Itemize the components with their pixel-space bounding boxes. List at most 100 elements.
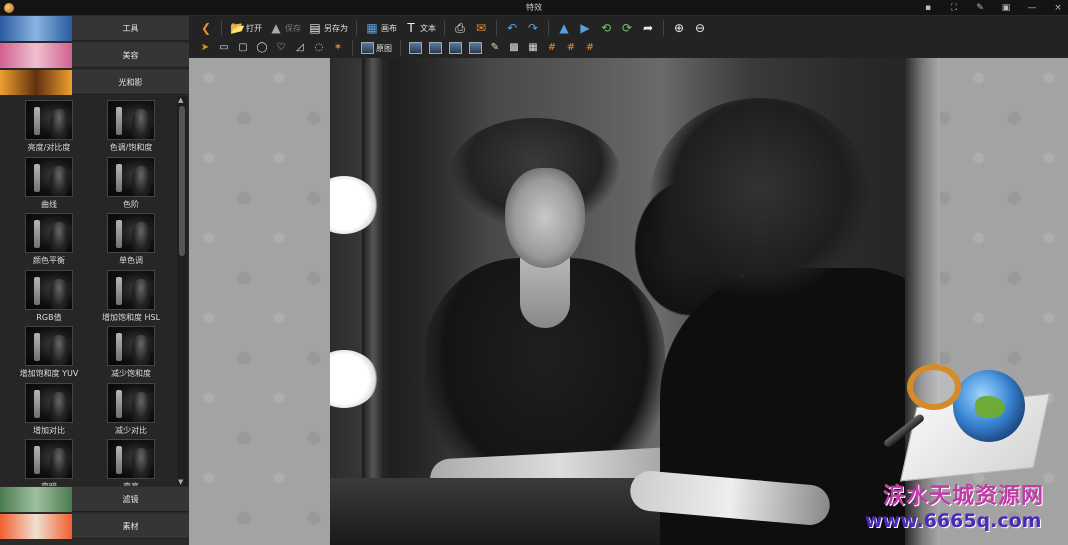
lasso-select-icon: ◿ <box>296 42 304 53</box>
flip-horizontal-button[interactable]: ▶ <box>576 19 594 37</box>
pointer-icon: ➤ <box>200 42 210 53</box>
canvas-button[interactable]: ▦ 画布 <box>363 19 399 37</box>
category-label: 光和影 <box>118 77 143 87</box>
save-button[interactable]: ▲ 保存 <box>267 19 303 37</box>
heart-select-button[interactable]: ♡ <box>273 39 289 57</box>
category-categories_top-0[interactable]: 工具 <box>0 15 189 41</box>
flip-horizontal-icon: ▶ <box>580 21 590 35</box>
text-button[interactable]: T 文本 <box>402 19 438 37</box>
rect-select-icon: ▭ <box>219 42 229 53</box>
category-categories_bottom-1[interactable]: 素材 <box>0 513 189 539</box>
effect-preview-thumbnail <box>25 439 73 479</box>
effect-item[interactable]: 单色调 <box>90 213 172 270</box>
save-as-icon: ▤ <box>309 21 321 35</box>
toolbar-separator <box>663 20 664 36</box>
effect-label: 减少对比 <box>115 425 147 435</box>
hash-grid-button[interactable]: # <box>563 39 579 57</box>
print-button[interactable]: ⎙ <box>451 19 469 37</box>
hash-grid-button[interactable]: # <box>582 39 598 57</box>
share-icon: ➦ <box>642 21 654 35</box>
edited-photo[interactable] <box>330 58 940 545</box>
category-label: 滤镜 <box>122 494 139 504</box>
layer-button[interactable] <box>427 39 444 57</box>
layer-button[interactable] <box>447 39 464 57</box>
magic-wand-icon: ✶ <box>333 42 343 53</box>
effect-item[interactable]: 色调/饱和度 <box>90 100 172 157</box>
toolbar-row-file: ❮ 📂 打开 ▲ 保存 ▤ 另存为 ▦ 画布 T 文本 ⎙ ✉ ↶ ↷ ▲ ▶ ⟲ ⟳ ➦ ⊕ ⊖ <box>197 18 709 38</box>
rotate-left-icon: ⟲ <box>600 21 612 35</box>
share-button[interactable]: ➦ <box>639 19 657 37</box>
email-icon: ✉ <box>475 21 487 35</box>
toolbar-button-label: 文本 <box>420 23 436 33</box>
effect-item[interactable]: 减少对比 <box>90 382 172 440</box>
menu-icon[interactable]: ▪ <box>922 2 934 14</box>
scrollbar-thumb[interactable] <box>179 106 185 256</box>
pointer-button[interactable]: ➤ <box>197 39 213 57</box>
effect-item[interactable]: 增加饱和度 HSL <box>90 269 172 327</box>
effects-scrollbar[interactable]: ▲ ▼ <box>177 96 187 486</box>
rounded-rect-select-icon: ▢ <box>238 42 248 53</box>
effect-item[interactable]: 曲线 <box>8 156 90 214</box>
rounded-rect-select-button[interactable]: ▢ <box>235 39 251 57</box>
zoom-in-button[interactable]: ⊕ <box>670 19 688 37</box>
magic-wand-button[interactable]: ✶ <box>330 39 346 57</box>
undo-button[interactable]: ↶ <box>503 19 521 37</box>
redo-icon: ↷ <box>527 21 539 35</box>
checkerboard-icon: ▩ <box>509 42 519 53</box>
effect-label: 减少饱和度 <box>111 369 151 378</box>
effect-item[interactable]: 色阶 <box>90 156 172 214</box>
grid-button[interactable]: ▦ <box>525 39 541 57</box>
layer-icon-3 <box>449 42 462 54</box>
checkerboard-button[interactable]: ▩ <box>506 39 522 57</box>
original-image-button[interactable]: 原图 <box>359 39 394 57</box>
lasso-select-button[interactable]: ◿ <box>292 39 308 57</box>
scroll-up-icon[interactable]: ▲ <box>178 96 183 104</box>
undo-icon: ↶ <box>506 21 518 35</box>
restore-icon[interactable]: ▣ <box>1000 2 1012 14</box>
flip-vertical-button[interactable]: ▲ <box>555 19 573 37</box>
open-folder-button[interactable]: 📂 打开 <box>228 19 264 37</box>
effect-item[interactable]: 变亮 <box>90 439 172 486</box>
toolbar-separator <box>548 20 549 36</box>
effect-preview-thumbnail <box>25 269 73 310</box>
clone-stamp-button[interactable]: ✎ <box>487 39 503 57</box>
effect-preview-thumbnail <box>107 269 155 310</box>
effect-item[interactable]: 增加对比 <box>8 382 90 440</box>
close-icon[interactable]: × <box>1052 2 1064 14</box>
layer-button[interactable] <box>467 39 484 57</box>
category-categories_top-1[interactable]: 美容 <box>0 42 189 68</box>
category-thumbnail <box>0 15 72 41</box>
effect-item[interactable]: 增加饱和度 YUV <box>8 326 90 383</box>
zoom-out-button[interactable]: ⊖ <box>691 19 709 37</box>
email-button[interactable]: ✉ <box>472 19 490 37</box>
toolbar-separator <box>444 20 445 36</box>
layer-button[interactable] <box>407 39 424 57</box>
category-label: 工具 <box>122 23 139 33</box>
rect-select-button[interactable]: ▭ <box>216 39 232 57</box>
rotate-right-button[interactable]: ⟳ <box>618 19 636 37</box>
effect-item[interactable]: 变暗 <box>8 439 90 486</box>
ellipse-select-button[interactable]: ◯ <box>254 39 270 57</box>
category-categories_bottom-0[interactable]: 滤镜 <box>0 486 189 512</box>
fullscreen-icon[interactable]: ⛶ <box>948 2 960 14</box>
skin-icon[interactable]: ✎ <box>974 2 986 14</box>
scroll-down-icon[interactable]: ▼ <box>178 478 183 486</box>
effect-item[interactable]: 减少饱和度 <box>90 326 172 383</box>
speech-bubble-select-button[interactable]: ◌ <box>311 39 327 57</box>
effect-item[interactable]: 亮度/对比度 <box>8 100 90 157</box>
effect-item[interactable]: RGB值 <box>8 269 90 327</box>
save-as-button[interactable]: ▤ 另存为 <box>306 19 350 37</box>
photo-reflection-face <box>505 168 585 268</box>
minimize-icon[interactable]: — <box>1026 2 1038 14</box>
mirror-frame-left <box>362 58 384 488</box>
hash-grid-icon-1: # <box>547 42 557 53</box>
hash-grid-button[interactable]: # <box>544 39 560 57</box>
category-label: 素材 <box>122 521 139 531</box>
effect-item[interactable]: 颜色平衡 <box>8 213 90 270</box>
effect-label: 增加饱和度 YUV <box>19 369 79 378</box>
rotate-left-button[interactable]: ⟲ <box>597 19 615 37</box>
category-categories_top-2[interactable]: 光和影 <box>0 69 189 95</box>
toolbar-separator <box>400 40 401 56</box>
back-arrow-button[interactable]: ❮ <box>197 19 215 37</box>
redo-button[interactable]: ↷ <box>524 19 542 37</box>
